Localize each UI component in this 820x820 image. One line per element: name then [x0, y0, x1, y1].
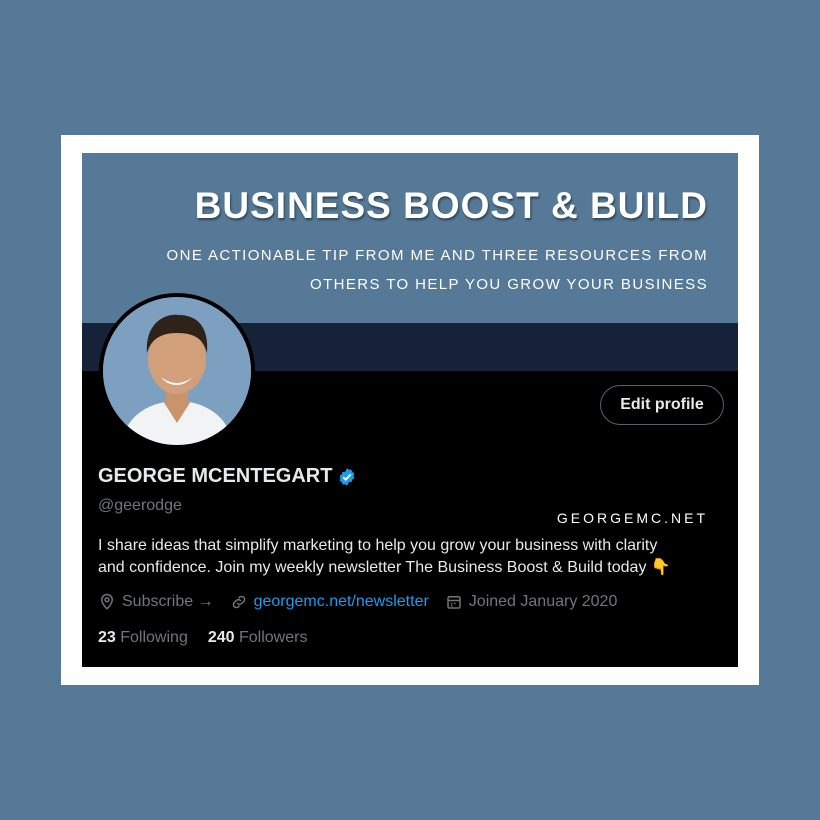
avatar-photo [103, 297, 251, 445]
verified-badge-icon[interactable] [337, 467, 357, 487]
location-text: Subscribe → [122, 593, 214, 610]
banner-title: BUSINESS BOOST & BUILD [194, 185, 708, 226]
website-link[interactable]: georgemc.net/newsletter [254, 593, 429, 611]
joined-date: Joined January 2020 [468, 593, 618, 610]
banner-subtitle-line-2: OTHERS TO HELP YOU GROW YOUR BUSINESS [310, 276, 708, 293]
followers-count: 240 [207, 629, 235, 646]
follow-stats: 23 Following 240 Followers [98, 629, 327, 647]
avatar[interactable] [99, 293, 255, 449]
followers-label: Followers [239, 629, 308, 646]
display-name: GEORGE MCENTEGART [98, 465, 333, 487]
followers-link[interactable]: 240 Followers [208, 629, 308, 647]
profile-card: BUSINESS BOOST & BUILD ONE ACTIONABLE TI… [82, 153, 738, 667]
joined-item: Joined January 2020 [445, 593, 618, 611]
following-label: Following [120, 629, 188, 646]
link-icon [232, 595, 245, 609]
name-row: GEORGE MCENTEGART [98, 465, 357, 488]
bio-line-2: and confidence. Join my weekly newslette… [98, 559, 671, 576]
banner-subtitle: ONE ACTIONABLE TIP FROM ME AND THREE RES… [148, 241, 708, 299]
location-pin-icon [100, 593, 114, 610]
following-count: 23 [98, 629, 116, 646]
profile-bio: I share ideas that simplify marketing to… [98, 535, 718, 579]
location-item: Subscribe → [98, 593, 214, 611]
calendar-icon [447, 596, 461, 609]
website-item: georgemc.net/newsletter [230, 593, 429, 611]
banner-subtitle-line-1: ONE ACTIONABLE TIP FROM ME AND THREE RES… [166, 247, 708, 264]
following-link[interactable]: 23 Following [98, 629, 188, 647]
banner-website: GEORGEMC.NET [556, 510, 708, 526]
bio-line-1: I share ideas that simplify marketing to… [98, 537, 658, 554]
username-handle: @geerodge [98, 497, 182, 514]
profile-meta: Subscribe → georgemc.net/newsletter Join… [98, 593, 633, 611]
edit-profile-button[interactable]: Edit profile [600, 385, 724, 425]
